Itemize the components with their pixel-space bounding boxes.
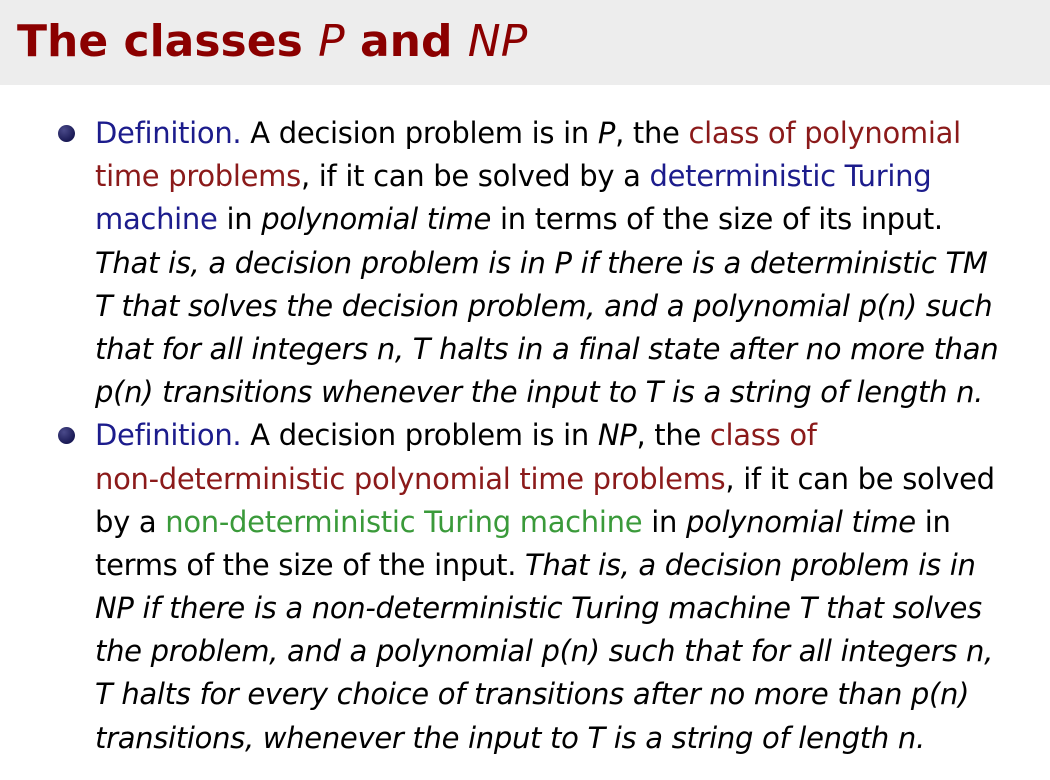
body-text: , the [636,418,710,453]
body-text: terms of the size of the input. [95,547,526,582]
highlight-term: class of [709,418,817,453]
bullet-icon [58,427,75,445]
title-np: NP [467,16,528,67]
text-line: NP if there is a non-deterministic Turin… [95,587,1045,630]
definition-item: Definition. A decision problem is in NP,… [0,414,1045,760]
italic-text: transitions, whenever the input to T is … [95,720,925,755]
text-line: transitions, whenever the input to T is … [95,717,1045,760]
keyword-term: deterministic Turing [649,159,932,194]
title-bar: The classes P and NP [0,0,1050,85]
body-text: in [642,504,686,539]
text-line: T halts for every choice of transitions … [95,673,1045,716]
title-and: and [344,16,468,67]
text-line: non-deterministic polynomial time proble… [95,458,1045,501]
title-p: P [318,16,345,67]
text-line: the problem, and a polynomial p(n) such … [95,630,1045,673]
slide-title: The classes P and NP [17,10,527,74]
text-line: T that solves the decision problem, and … [95,285,1045,328]
highlight-term: class of polynomial [688,116,962,150]
text-line: by a non-deterministic Turing machine in… [95,501,1045,544]
text-line: that for all integers n, T halts in a fi… [95,328,1045,371]
text-line: Definition. A decision problem is in NP,… [95,414,1045,457]
definition-item: Definition. A decision problem is in P, … [0,112,1045,414]
italic-text: T halts for every choice of transitions … [95,677,970,712]
highlight-term: time problems [95,159,301,194]
body-text: , if it can be solved by a [300,159,650,194]
italic-text: That is, a decision problem is in [525,547,976,582]
italic-text: P [597,116,616,150]
italic-text: T that solves the decision problem, and … [95,288,993,323]
slide-content: Definition. A decision problem is in P, … [0,112,1050,760]
highlight-term: non-deterministic polynomial time proble… [95,461,726,496]
body-text: in [217,202,262,237]
text-line: That is, a decision problem is in P if t… [95,242,1045,285]
body-text: , the [615,116,689,150]
italic-text: p(n) transitions whenever the input to T… [95,375,984,410]
keyword-term: non-deterministic Turing machine [165,504,643,539]
body-text: A decision problem is in [241,116,598,150]
definition-text: Definition. A decision problem is in P, … [95,112,1045,414]
text-line: time problems, if it can be solved by a … [95,155,1045,198]
italic-text: that for all integers n, T halts in a fi… [95,331,999,366]
italic-text: polynomial time [261,202,492,237]
italic-text: NP if there is a non-deterministic Turin… [95,591,982,626]
italic-text: polynomial time [685,504,916,539]
italic-text: That is, a decision problem is in P if t… [95,245,988,280]
italic-text: NP [597,418,637,453]
definition-label: Definition. [95,418,242,453]
definition-label: Definition. [95,116,242,150]
body-text: in [915,504,951,539]
body-text: , if it can be solved [725,461,995,496]
italic-text: the problem, and a polynomial p(n) such … [95,634,994,669]
definition-text: Definition. A decision problem is in NP,… [95,414,1045,760]
body-text: A decision problem is in [241,418,598,453]
body-text: by a [95,504,166,539]
text-line: Definition. A decision problem is in P, … [95,112,1045,155]
text-line: terms of the size of the input. That is,… [95,544,1045,587]
bullet-icon [58,125,75,142]
text-line: machine in polynomial time in terms of t… [95,198,1045,241]
title-prefix: The classes [17,16,319,67]
text-line: p(n) transitions whenever the input to T… [95,371,1045,414]
body-text: in terms of the size of its input. [491,202,943,237]
keyword-term: machine [95,202,218,237]
